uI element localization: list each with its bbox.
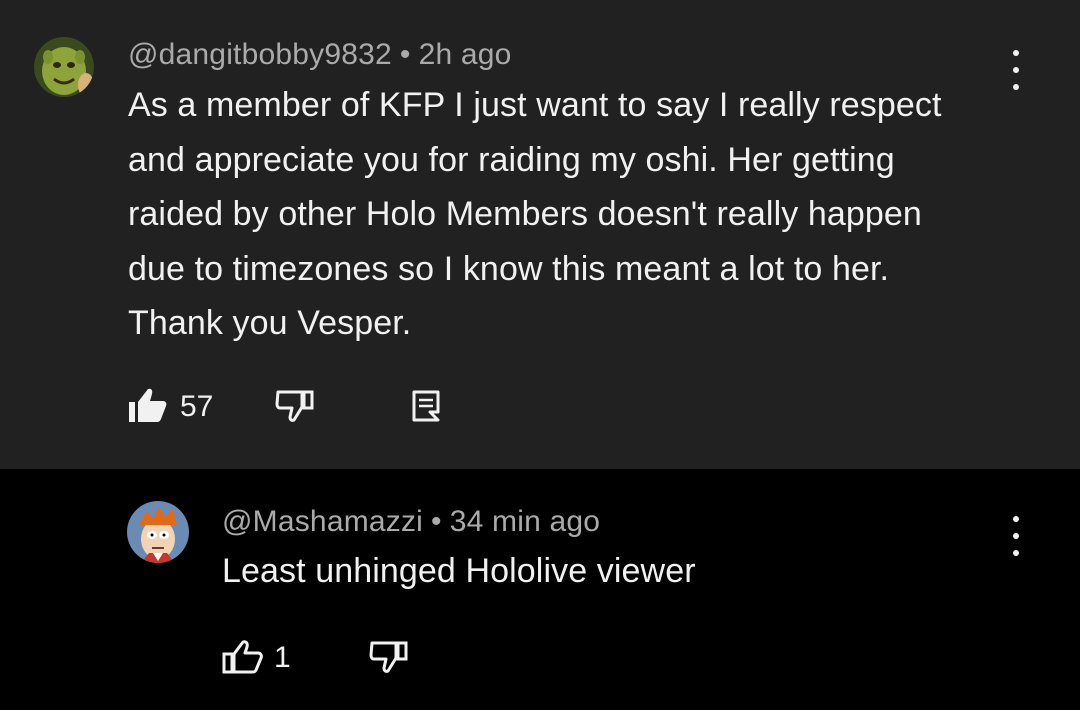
reply-menu-button[interactable] bbox=[1004, 516, 1028, 556]
thumbs-down-outline-icon bbox=[369, 641, 408, 673]
reply-dislike-button[interactable] bbox=[369, 640, 409, 674]
thumbs-down-outline-icon bbox=[275, 390, 314, 422]
reply-author-avatar[interactable] bbox=[127, 501, 189, 563]
comment-body: As a member of KFP I just want to say I … bbox=[128, 78, 942, 351]
like-button[interactable] bbox=[128, 388, 168, 424]
reply-body: Least unhinged Hololive viewer bbox=[222, 544, 696, 599]
reply-meta: @Mashamazzi • 34 min ago bbox=[222, 505, 600, 539]
comment-author[interactable]: @dangitbobby9832 bbox=[128, 38, 392, 71]
comment-line: raided by other Holo Members doesn't rea… bbox=[128, 195, 922, 233]
like-count: 57 bbox=[180, 390, 214, 423]
meta-separator: • bbox=[431, 505, 442, 538]
shrek-avatar-icon bbox=[34, 37, 94, 97]
fry-avatar-icon bbox=[127, 501, 189, 563]
author-avatar[interactable] bbox=[34, 37, 94, 97]
reply-text: Least unhinged Hololive viewer bbox=[222, 552, 696, 590]
more-vert-icon bbox=[1013, 50, 1019, 56]
comment-menu-button[interactable] bbox=[1004, 50, 1028, 90]
comment-thread: @dangitbobby9832 • 2h ago As a member of K… bbox=[0, 0, 1080, 469]
dislike-button[interactable] bbox=[275, 389, 315, 423]
reply-like-count: 1 bbox=[274, 641, 291, 674]
comment-reply-icon bbox=[412, 390, 440, 422]
thumbs-up-outline-icon bbox=[222, 640, 263, 674]
comment-time[interactable]: 2h ago bbox=[419, 38, 512, 71]
reply-time[interactable]: 34 min ago bbox=[450, 505, 600, 538]
reply-author[interactable]: @Mashamazzi bbox=[222, 505, 423, 538]
reply-comment: @Mashamazzi • 34 min ago Least unhinged Ho… bbox=[0, 469, 1080, 710]
more-vert-icon bbox=[1013, 516, 1019, 522]
meta-separator: • bbox=[399, 38, 411, 71]
comment-line: due to timezones so I know this meant a … bbox=[128, 249, 890, 288]
comment-meta: @dangitbobby9832 • 2h ago bbox=[128, 38, 512, 72]
comment-line: Thank you Vesper. bbox=[128, 304, 412, 342]
comment-line: As a member of KFP I just want to say I … bbox=[128, 86, 942, 124]
reply-button[interactable] bbox=[412, 390, 440, 422]
thumbs-up-filled-icon bbox=[129, 388, 167, 422]
reply-like-button[interactable] bbox=[222, 639, 264, 675]
comment-line: and appreciate you for raiding my oshi. … bbox=[128, 140, 895, 179]
